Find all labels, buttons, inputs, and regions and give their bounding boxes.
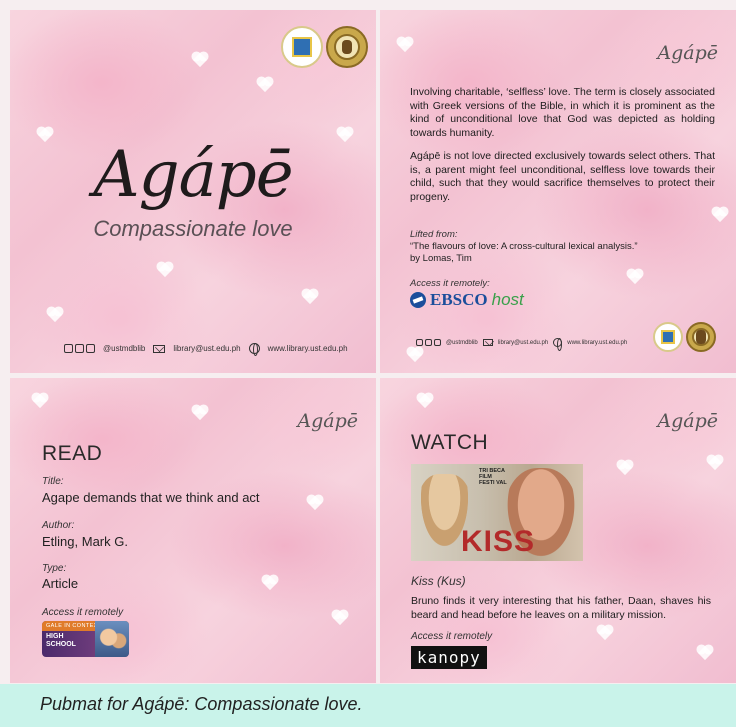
definition-paragraph-1: Involving charitable, ‘selfless’ love. T…: [410, 86, 715, 139]
website-link[interactable]: www.library.ust.edu.ph: [268, 344, 348, 353]
twitter-icon: [425, 339, 432, 346]
university-seal-icon: [653, 322, 683, 352]
heart-decoration: [597, 625, 613, 641]
contact-footer: @ustmdblib library@ust.edu.ph www.librar…: [416, 338, 627, 351]
twitter-icon: [75, 344, 84, 353]
kanopy-link[interactable]: kanopy: [411, 646, 487, 669]
heart-decoration: [47, 307, 63, 323]
heart-decoration: [397, 37, 413, 53]
mail-icon: [482, 339, 493, 346]
main-subtitle: Compassionate love: [93, 216, 293, 241]
heart-decoration: [302, 289, 318, 305]
film-description: Bruno finds it very interesting that his…: [411, 595, 711, 621]
main-title: Agápē: [93, 138, 293, 212]
author-value: Etling, Mark G.: [42, 534, 128, 549]
ebsco-host-link[interactable]: EBSCO host: [410, 290, 524, 310]
instagram-icon: [434, 339, 441, 346]
lifted-source: “The flavours of love: A cross-cultural …: [410, 241, 638, 252]
gale-thumbnail: [95, 621, 129, 657]
access-label: Access it remotely: [42, 607, 124, 618]
heart-decoration: [192, 52, 208, 68]
university-seal-icon: [281, 26, 323, 68]
title-card: Agápē Compassionate love @ustmdblib libr…: [10, 10, 376, 373]
brand-wordmark: Agápē: [297, 410, 358, 432]
heart-decoration: [627, 269, 643, 285]
institution-seals: [653, 322, 716, 352]
access-label: Access it remotely: [411, 631, 493, 642]
institution-seals: [281, 26, 368, 68]
caption-band: Pubmat for Agápē: Compassionate love.: [0, 684, 736, 727]
heart-decoration: [697, 645, 713, 661]
type-label: Type:: [42, 563, 67, 574]
mail-icon: [153, 344, 166, 353]
section-title: READ: [42, 442, 103, 465]
lifted-label: Lifted from:: [410, 229, 458, 240]
globe-icon: [248, 343, 260, 356]
heart-decoration: [712, 207, 728, 223]
type-value: Article: [42, 576, 79, 591]
title-value: Agape demands that we think and act: [42, 490, 260, 505]
globe-icon: [553, 338, 563, 351]
ebsco-wordmark: EBSCO: [430, 290, 488, 309]
gale-in-context-link[interactable]: GALE IN CONTEXT HIGH SCHOOL: [42, 621, 129, 657]
access-label: Access it remotely:: [410, 278, 490, 289]
heart-decoration: [332, 610, 348, 626]
email-link[interactable]: library@ust.edu.ph: [498, 340, 548, 346]
faculty-seal-icon: [686, 322, 716, 352]
read-card: Agápē READ Title: Agape demands that we …: [10, 378, 376, 683]
heart-decoration: [157, 262, 173, 278]
film-thumbnail[interactable]: TRI BECA FILM FESTI VAL KISS: [411, 464, 583, 561]
heart-decoration: [192, 405, 208, 421]
social-icons: [416, 339, 441, 346]
brand-wordmark: Agápē: [657, 410, 718, 432]
heart-decoration: [262, 575, 278, 591]
title-label: Title:: [42, 476, 64, 487]
website-link[interactable]: www.library.ust.edu.ph: [567, 340, 627, 346]
film-title-overlay: KISS: [461, 525, 536, 558]
definition-card: Agápē Involving charitable, ‘selfless’ l…: [380, 10, 736, 373]
festival-badge: TRI BECA FILM FESTI VAL: [479, 468, 507, 486]
social-handle[interactable]: @ustmdblib: [446, 340, 478, 346]
social-icons: [64, 344, 95, 353]
lifted-author: by Lomas, Tim: [410, 253, 472, 264]
facebook-icon: [416, 339, 423, 346]
ebsco-logo-icon: [410, 292, 426, 308]
heart-decoration: [417, 393, 433, 409]
heart-decoration: [617, 460, 633, 476]
email-link[interactable]: library@ust.edu.ph: [173, 344, 240, 353]
heart-decoration: [707, 455, 723, 471]
heart-decoration: [257, 77, 273, 93]
heart-decoration: [307, 495, 323, 511]
faculty-seal-icon: [326, 26, 368, 68]
film-title: Kiss (Kus): [411, 574, 466, 588]
watch-card: Agápē WATCH TRI BECA FILM FESTI VAL KISS…: [380, 378, 736, 683]
heart-decoration: [407, 347, 423, 363]
instagram-icon: [86, 344, 95, 353]
social-handle[interactable]: @ustmdblib: [103, 344, 145, 353]
brand-wordmark: Agápē: [657, 42, 718, 64]
facebook-icon: [64, 344, 73, 353]
contact-footer: @ustmdblib library@ust.edu.ph www.librar…: [64, 343, 348, 356]
definition-paragraph-2: Agápē is not love directed exclusively t…: [410, 150, 715, 203]
author-label: Author:: [42, 520, 75, 531]
heart-decoration: [32, 393, 48, 409]
figure-caption: Pubmat for Agápē: Compassionate love.: [40, 694, 363, 714]
section-title: WATCH: [411, 431, 489, 454]
ebsco-host-word: host: [491, 290, 524, 309]
